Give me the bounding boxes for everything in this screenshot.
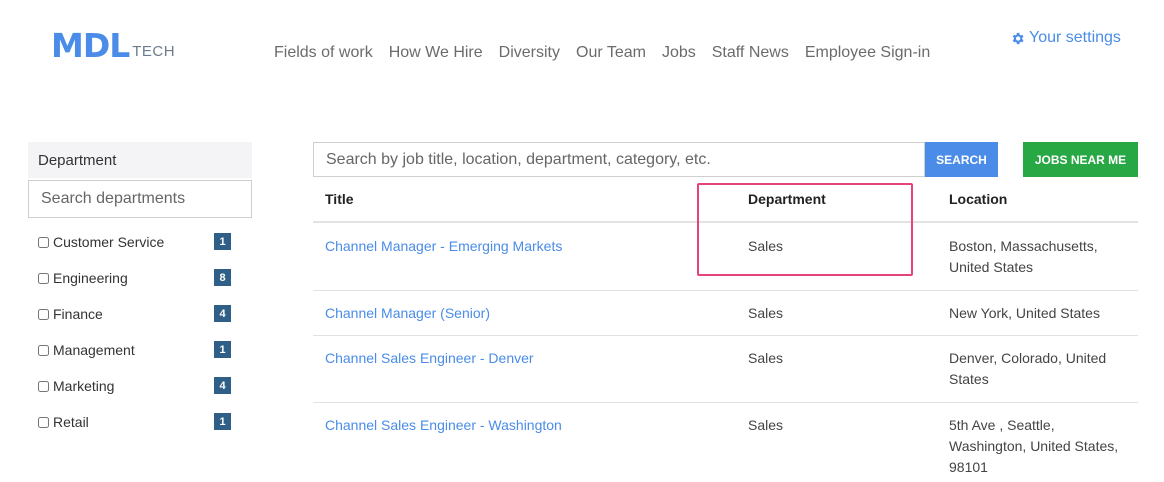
nav-staff-news[interactable]: Staff News xyxy=(712,44,789,62)
filter-label: Marketing xyxy=(53,378,115,394)
filter-label: Retail xyxy=(53,414,89,430)
filter-label: Finance xyxy=(53,306,103,322)
nav-fields-of-work[interactable]: Fields of work xyxy=(274,44,373,62)
job-title-link[interactable]: Channel Sales Engineer - Denver xyxy=(325,348,534,369)
job-location: New York, United States xyxy=(949,305,1100,321)
logo-sub-text: TECH xyxy=(132,43,176,60)
department-filter-list: Customer Service 1 Engineering 8 Finance… xyxy=(28,224,252,440)
table-header: Title Department Location xyxy=(313,180,1138,223)
gear-icon xyxy=(1012,32,1024,44)
filter-count-badge: 4 xyxy=(214,305,231,322)
nav-our-team[interactable]: Our Team xyxy=(576,44,646,62)
department-search-input[interactable] xyxy=(28,180,252,218)
nav-diversity[interactable]: Diversity xyxy=(499,44,560,62)
filter-count-badge: 8 xyxy=(214,269,231,286)
search-button[interactable]: SEARCH xyxy=(925,142,998,177)
brand-logo[interactable]: MDL TECH xyxy=(51,29,175,62)
job-department: Sales xyxy=(748,350,784,366)
filter-checkbox[interactable] xyxy=(38,236,49,248)
filter-label: Engineering xyxy=(53,270,128,286)
filter-retail[interactable]: Retail 1 xyxy=(28,404,252,440)
job-department: Sales xyxy=(748,238,784,254)
filter-count-badge: 1 xyxy=(214,233,231,250)
filter-count-badge: 1 xyxy=(214,341,231,358)
nav-how-we-hire[interactable]: How We Hire xyxy=(389,44,483,62)
table-row: Channel Sales Engineer - Denver Sales De… xyxy=(313,336,1138,403)
settings-label: Your settings xyxy=(1029,29,1121,46)
department-filter-panel: Department Customer Service 1 Engineerin… xyxy=(28,142,252,440)
table-row: Channel Manager - Emerging Markets Sales… xyxy=(313,223,1138,291)
filter-checkbox[interactable] xyxy=(38,308,49,320)
your-settings-link[interactable]: Your settings xyxy=(1010,29,1121,47)
filter-checkbox[interactable] xyxy=(38,380,49,392)
filter-finance[interactable]: Finance 4 xyxy=(28,296,252,332)
filter-customer-service[interactable]: Customer Service 1 xyxy=(28,224,252,260)
jobs-near-me-button[interactable]: JOBS NEAR ME xyxy=(1023,142,1138,177)
main-nav: Fields of work How We Hire Diversity Our… xyxy=(274,44,930,62)
filter-count-badge: 4 xyxy=(214,377,231,394)
table-row: Channel Manager (Senior) Sales New York,… xyxy=(313,291,1138,336)
job-department: Sales xyxy=(748,305,784,321)
filter-checkbox[interactable] xyxy=(38,416,49,428)
nav-employee-sign-in[interactable]: Employee Sign-in xyxy=(805,44,930,62)
job-search-input[interactable] xyxy=(313,142,925,177)
filter-marketing[interactable]: Marketing 4 xyxy=(28,368,252,404)
job-location: 5th Ave , Seattle, Washington, United St… xyxy=(949,417,1119,475)
column-header-title[interactable]: Title xyxy=(325,191,354,207)
job-title-link[interactable]: Channel Manager (Senior) xyxy=(325,303,490,324)
department-heading: Department xyxy=(28,142,252,178)
filter-engineering[interactable]: Engineering 8 xyxy=(28,260,252,296)
table-row: Channel Sales Engineer - Washington Sale… xyxy=(313,403,1138,481)
filter-label: Management xyxy=(53,342,135,358)
job-location: Denver, Colorado, United States xyxy=(949,350,1107,387)
filter-checkbox[interactable] xyxy=(38,344,49,356)
job-title-link[interactable]: Channel Sales Engineer - Washington xyxy=(325,415,562,436)
nav-jobs[interactable]: Jobs xyxy=(662,44,696,62)
job-department: Sales xyxy=(748,417,784,433)
job-title-link[interactable]: Channel Manager - Emerging Markets xyxy=(325,236,562,257)
jobs-table: Title Department Location Channel Manage… xyxy=(313,180,1138,481)
filter-management[interactable]: Management 1 xyxy=(28,332,252,368)
job-location: Boston, Massachusetts, United States xyxy=(949,238,1098,275)
column-header-location[interactable]: Location xyxy=(949,191,1007,207)
column-header-department[interactable]: Department xyxy=(748,191,826,207)
filter-label: Customer Service xyxy=(53,234,165,250)
logo-main-text: MDL xyxy=(51,26,130,65)
filter-checkbox[interactable] xyxy=(38,272,49,284)
filter-count-badge: 1 xyxy=(214,413,231,430)
